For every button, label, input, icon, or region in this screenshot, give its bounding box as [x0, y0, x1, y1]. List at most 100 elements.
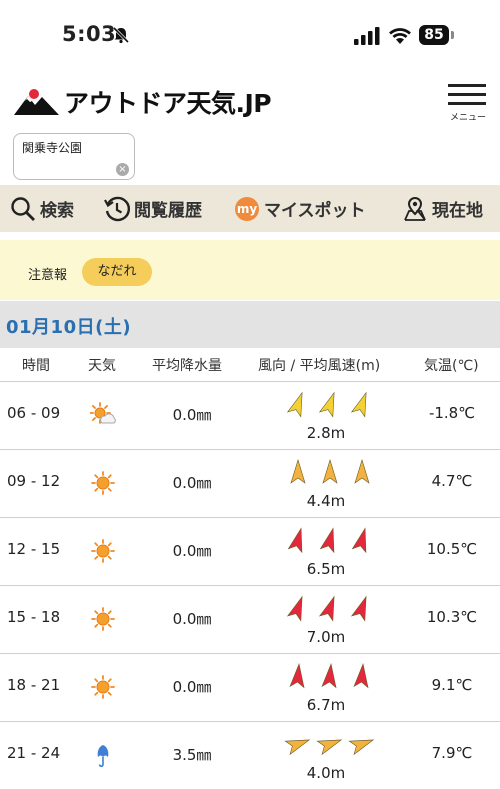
row-wind-speed: 2.8m: [306, 424, 346, 442]
status-bar: 5:03 85: [0, 0, 500, 72]
row-wind-speed: 4.4m: [306, 492, 346, 510]
wind-arrow-icon: [353, 663, 369, 689]
header-time: 時間: [22, 358, 50, 374]
row-temp: 4.7℃: [431, 472, 473, 490]
wifi-icon: [389, 28, 411, 44]
row-wind-speed: 4.0m: [306, 764, 346, 782]
wind-arrow-icon: [287, 527, 303, 554]
sun-cloud-icon: [90, 402, 116, 424]
nav-history[interactable]: 閲覧履歴: [104, 185, 202, 232]
row-temp: 9.1℃: [431, 676, 473, 694]
wind-arrow-icon: [316, 739, 343, 756]
signal-icon: [354, 27, 380, 45]
row-wind-speed: 7.0m: [306, 628, 346, 646]
menu-button[interactable]: メニュー: [448, 84, 488, 123]
nav-current-location-label: 現在地: [432, 201, 483, 221]
header-precip: 平均降水量: [152, 358, 222, 374]
sun-icon: [91, 471, 115, 495]
nav-search-label: 検索: [40, 201, 74, 221]
header-temp: 気温(℃): [424, 358, 479, 374]
row-time: 12 - 15: [7, 540, 61, 558]
wind-arrow-icon: [318, 391, 335, 418]
row-time: 06 - 09: [7, 404, 61, 422]
mountain-logo-icon: [14, 89, 59, 115]
battery-icon: 85: [419, 25, 455, 45]
row-temp: 7.9℃: [431, 744, 473, 762]
wind-arrow-icon: [286, 595, 303, 622]
row-temp: 10.5℃: [426, 540, 478, 558]
advisory-badge[interactable]: なだれ: [82, 258, 152, 286]
map-pin-icon: [404, 196, 426, 221]
wind-direction-arrows: [287, 527, 367, 554]
wind-arrow-icon: [286, 391, 303, 418]
wind-arrow-icon: [350, 595, 367, 622]
history-icon: [104, 196, 130, 221]
logo-text: アウトドア天気.JP: [64, 89, 272, 118]
row-precip: 3.5㎜: [172, 746, 212, 764]
wind-arrow-icon: [290, 458, 306, 484]
row-temp: -1.8℃: [428, 404, 476, 422]
row-time: 21 - 24: [7, 744, 61, 762]
row-wind-speed: 6.7m: [306, 696, 346, 714]
wind-arrow-icon: [319, 527, 335, 554]
nav-bar: 検索 閲覧履歴 my マイスポット 現在地: [0, 185, 500, 232]
wind-direction-arrows: [289, 663, 369, 689]
row-temp: 10.3℃: [426, 608, 478, 626]
table-row: 18 - 21 0.0㎜ 6.7m 9.1℃: [0, 654, 500, 722]
nav-history-label: 閲覧履歴: [134, 201, 202, 221]
header-wind: 風向 / 平均風速(m): [258, 358, 381, 374]
wind-arrow-icon: [354, 458, 370, 484]
wind-arrow-icon: [322, 458, 338, 484]
status-time: 5:03: [62, 22, 117, 46]
table-row: 09 - 12 0.0㎜ 4.4m 4.7℃: [0, 450, 500, 518]
advisory-label: 注意報: [28, 268, 68, 283]
header-weather: 天気: [88, 358, 116, 374]
clear-icon[interactable]: ×: [116, 163, 129, 176]
date-header: 01月10日(土): [0, 301, 500, 348]
row-precip: 0.0㎜: [172, 610, 212, 628]
wind-direction-arrows: [290, 458, 370, 484]
location-value: 関乗寺公園: [22, 141, 83, 155]
wind-arrow-icon: [318, 595, 335, 622]
sun-icon: [91, 675, 115, 699]
table-row: 06 - 09 0.0㎜ 2.8m -1.8℃: [0, 382, 500, 450]
row-time: 15 - 18: [7, 608, 61, 626]
row-time: 09 - 12: [7, 472, 61, 490]
wind-direction-arrows: [286, 595, 367, 622]
row-wind-speed: 6.5m: [306, 560, 346, 578]
advisory-banner: 注意報 なだれ: [0, 240, 500, 300]
table-row: 15 - 18 0.0㎜ 7.0m 10.3℃: [0, 586, 500, 654]
location-field[interactable]: 関乗寺公園 ×: [13, 133, 135, 180]
wind-arrow-icon: [350, 391, 367, 418]
wind-direction-arrows: [284, 739, 375, 756]
wind-arrow-icon: [348, 739, 375, 756]
sun-icon: [91, 607, 115, 631]
table-row: 21 - 24 3.5㎜ 4.0m 7.9℃: [0, 722, 500, 789]
hamburger-icon: [448, 84, 486, 87]
site-logo[interactable]: アウトドア天気.JP: [14, 84, 274, 118]
row-precip: 0.0㎜: [172, 406, 212, 424]
row-precip: 0.0㎜: [172, 474, 212, 492]
wind-arrow-icon: [321, 663, 337, 689]
nav-myspot-label: マイスポット: [264, 201, 366, 221]
bell-muted-icon: [112, 26, 130, 44]
nav-current-location[interactable]: 現在地: [402, 185, 483, 232]
umbrella-icon: [97, 745, 109, 768]
row-precip: 0.0㎜: [172, 678, 212, 696]
sun-icon: [91, 539, 115, 563]
wind-direction-arrows: [286, 391, 367, 418]
nav-myspot[interactable]: my マイスポット: [235, 185, 366, 232]
date-label: 01月10日(土): [6, 317, 132, 338]
forecast-table-header: 時間 天気 平均降水量 風向 / 平均風速(m) 気温(℃): [0, 349, 500, 382]
wind-arrow-icon: [289, 663, 305, 689]
menu-label: メニュー: [449, 113, 486, 123]
wind-arrow-icon: [351, 527, 367, 554]
wind-arrow-icon: [284, 739, 311, 756]
nav-search[interactable]: 検索: [10, 185, 74, 232]
battery-level: 85: [419, 25, 449, 45]
row-precip: 0.0㎜: [172, 542, 212, 560]
row-time: 18 - 21: [7, 676, 61, 694]
my-badge-icon: my: [235, 196, 259, 221]
table-row: 12 - 15 0.0㎜ 6.5m 10.5℃: [0, 518, 500, 586]
search-icon: [11, 196, 35, 221]
